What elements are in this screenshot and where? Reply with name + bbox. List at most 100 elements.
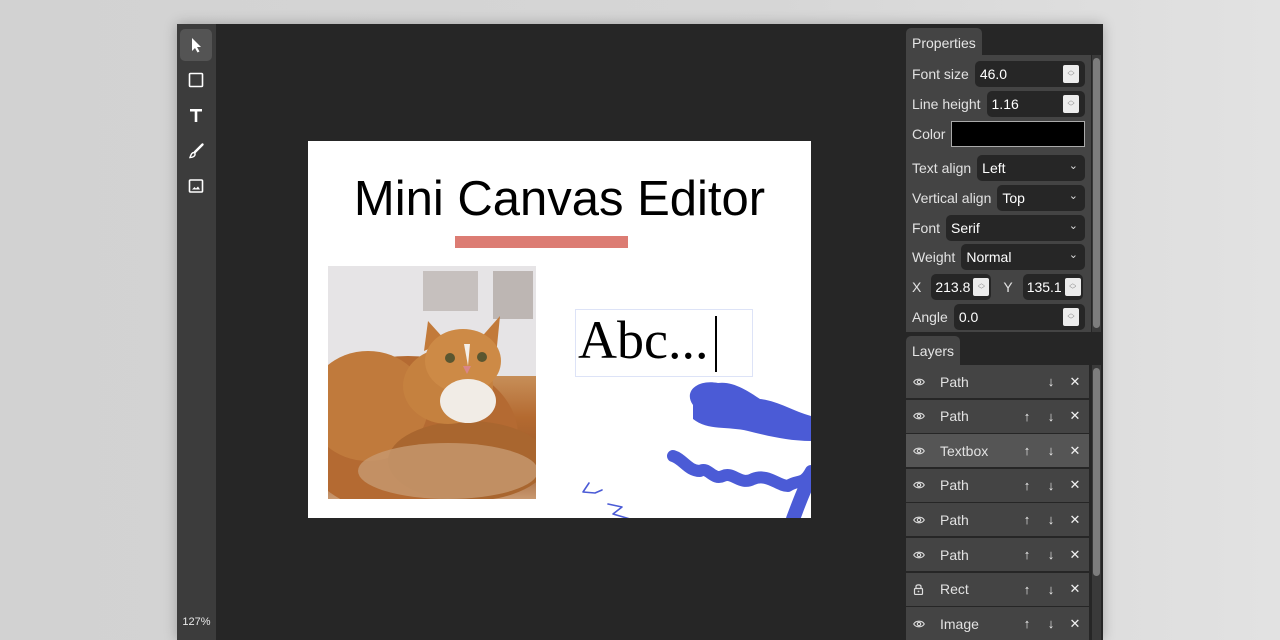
tool-bar: 127% [177,24,216,640]
properties-scroll-thumb[interactable] [1093,58,1100,328]
text-align-value: Left [982,160,1006,176]
brush-strokes [582,382,811,518]
move-up-icon[interactable]: ↑ [1015,512,1039,527]
layer-item-image[interactable]: Image ↑ ↓ ✕ [906,607,1089,640]
angle-input[interactable]: 0.0 ︿ ﹀ [953,304,1085,330]
move-up-icon[interactable]: ↑ [1015,443,1039,458]
vertical-align-value: Top [1002,190,1025,206]
angle-stepper[interactable]: ︿ ﹀ [1063,308,1079,326]
canvas-page[interactable]: Mini Canvas Editor Abc... [308,141,811,518]
x-label: X [912,279,922,295]
brush-stroke-zigzag[interactable] [667,450,811,492]
x-input[interactable]: 213.8 ︿ ﹀ [931,274,992,300]
line-height-stepper[interactable]: ︿ ﹀ [1063,95,1079,113]
rectangle-tool-button[interactable] [180,64,212,96]
angle-label: Angle [912,309,948,325]
right-panel: Properties Font size 46.0 ︿ ﹀ Line height … [906,24,1103,640]
weight-row: Weight Normal ⌄ [912,244,1085,270]
angle-value: 0.0 [958,309,979,325]
layer-item-path[interactable]: Path ↑ ↓ ✕ [906,399,1089,433]
tab-properties[interactable]: Properties [906,28,982,58]
canvas-stage[interactable]: Mini Canvas Editor Abc... [216,24,906,640]
weight-label: Weight [912,249,956,265]
line-height-value: 1.16 [991,96,1019,112]
tab-layers[interactable]: Layers [906,336,961,366]
move-down-icon[interactable]: ↓ [1039,616,1063,631]
layer-name: Path [940,373,969,390]
vertical-align-label: Vertical align [912,190,992,206]
y-stepper[interactable]: ︿ ﹀ [1064,278,1081,296]
delete-layer-icon[interactable]: ✕ [1063,547,1087,563]
chevron-down-icon: ⌄ [1068,190,1078,202]
pen-stroke-thin-2[interactable] [607,503,630,518]
move-up-icon[interactable]: ↑ [1015,616,1039,631]
delete-layer-icon[interactable]: ✕ [1063,443,1087,459]
layer-item-path[interactable]: Path ↑ ↓ ✕ [906,538,1089,571]
color-picker[interactable] [951,121,1085,147]
layer-name: Path [940,408,969,425]
image-tool-button[interactable] [180,170,212,202]
eye-icon[interactable] [913,445,925,457]
move-down-icon[interactable]: ↓ [1039,478,1063,493]
font-select[interactable]: Serif ⌄ [946,215,1085,241]
image-icon [188,179,204,193]
move-down-icon[interactable]: ↓ [1039,409,1063,424]
y-value: 135.1 [1026,279,1062,295]
delete-layer-icon[interactable]: ✕ [1063,477,1087,493]
delete-layer-icon[interactable]: ✕ [1063,616,1087,632]
eye-icon[interactable] [913,479,925,491]
move-down-icon[interactable]: ↓ [1039,512,1063,527]
weight-select[interactable]: Normal ⌄ [961,244,1085,270]
brush-tool-button[interactable] [180,135,212,167]
rectangle-icon [188,72,204,88]
layer-name: Path [940,511,969,528]
delete-layer-icon[interactable]: ✕ [1063,408,1087,424]
move-down-icon[interactable]: ↓ [1039,582,1063,597]
editor-window: 127% Mini Canvas Editor Abc... Propertie… [177,24,1103,640]
chevron-down-icon: ⌄ [1068,220,1078,232]
layer-item-textbox[interactable]: Textbox ↑ ↓ ✕ [906,434,1089,468]
move-up-icon[interactable]: ↑ [1015,547,1039,562]
font-row: Font Serif ⌄ [912,215,1085,241]
layers-scrollbar[interactable] [1092,365,1101,640]
y-label: Y [1003,279,1013,295]
line-height-input[interactable]: 1.16 ︿ ﹀ [986,91,1085,117]
lock-icon[interactable] [913,583,925,596]
move-down-icon[interactable]: ↓ [1039,443,1063,458]
weight-value: Normal [966,249,1012,265]
eye-icon[interactable] [913,410,925,422]
move-down-icon[interactable]: ↓ [1039,547,1063,562]
text-tool-button[interactable] [180,99,212,131]
layers-scroll-thumb[interactable] [1093,368,1100,576]
font-size-input[interactable]: 46.0 ︿ ﹀ [974,61,1085,87]
font-size-stepper[interactable]: ︿ ﹀ [1063,65,1079,83]
x-stepper[interactable]: ︿ ﹀ [973,278,990,296]
properties-scrollbar[interactable] [1092,55,1101,332]
layer-name: Textbox [940,442,989,459]
move-up-icon[interactable]: ↑ [1015,478,1039,493]
brush-stroke-thick[interactable] [689,382,811,441]
vertical-align-select[interactable]: Top ⌄ [997,185,1085,211]
layer-item-path[interactable]: Path ↓ ✕ [906,365,1089,398]
vertical-align-row: Vertical align Top ⌄ [912,185,1085,211]
eye-icon[interactable] [913,514,925,526]
layer-item-rect[interactable]: Rect ↑ ↓ ✕ [906,572,1089,606]
delete-layer-icon[interactable]: ✕ [1063,581,1087,597]
select-tool-button[interactable] [180,29,212,61]
pen-stroke-thin-1[interactable] [582,482,603,494]
eye-icon[interactable] [913,376,925,388]
layer-item-path[interactable]: Path ↑ ↓ ✕ [906,468,1089,502]
eye-icon[interactable] [913,549,925,561]
text-icon [190,109,202,122]
delete-layer-icon[interactable]: ✕ [1063,374,1087,390]
move-down-icon[interactable]: ↓ [1039,374,1063,389]
move-up-icon[interactable]: ↑ [1015,582,1039,597]
zoom-level-indicator: 127% [182,616,211,628]
delete-layer-icon[interactable]: ✕ [1063,512,1087,528]
eye-icon[interactable] [913,618,925,630]
line-height-row: Line height 1.16 ︿ ﹀ [912,91,1085,117]
move-up-icon[interactable]: ↑ [1015,409,1039,424]
y-input[interactable]: 135.1 ︿ ﹀ [1022,274,1083,300]
text-align-select[interactable]: Left ⌄ [977,155,1085,181]
layer-item-path[interactable]: Path ↑ ↓ ✕ [906,503,1089,537]
